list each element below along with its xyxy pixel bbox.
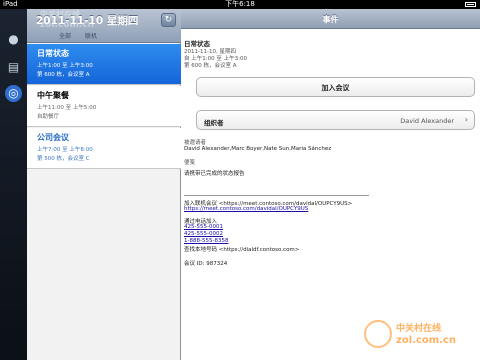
event-title: 日常状态 [37,49,69,58]
notes-label: 便笺 [184,160,196,166]
online-meeting-link[interactable]: https://meet.contoso.com/davidal/OUPCY9U… [184,206,308,212]
join-meeting-button[interactable]: 加入会议 [196,77,475,97]
event-time: 上午1:00 至 上午3:00 [37,63,93,69]
phone-number[interactable]: 425-555-0001 [184,224,223,230]
organizer-row[interactable]: 组织者 David Alexander › [196,110,475,130]
event-location: 第 600 栋，会议室 A [184,63,237,69]
detail-header: 事件 [181,9,480,29]
zol-logo-icon [364,320,392,348]
chevron-right-icon: › [464,115,468,124]
watermark-top-left: 中关村在线 zol.com.cn [40,9,160,35]
app-rail: ● ▤ ◎ [0,9,27,360]
notes-text: 请携带已完成的状态报告 [184,171,245,177]
event-title: 中午聚餐 [37,91,69,100]
watermark-bottom: zol.com.cn [396,335,456,346]
meeting-id: 会议 ID: 987324 [184,261,228,267]
watermark-logo: 中关村在线 zol.com.cn [362,318,477,356]
chat-icon[interactable]: ▤ [5,59,22,76]
watermark-bottom: zol.com.cn [40,20,94,30]
status-time: 下午6:18 [225,0,255,8]
event-location: 第 500 栋，会议室 C [37,156,90,162]
organizer-label: 组织者 [204,119,224,127]
list-item[interactable]: 日常状态 上午1:00 至 上午3:00 第 600 栋，会议室 A [27,44,181,85]
organizer-value: David Alexander [400,117,454,125]
refresh-button[interactable]: ↻ [161,13,176,27]
event-detail-pane: 事件 日常状态 2011-11-10, 星期四 自 上午1:00 至 上午3:0… [181,9,480,360]
watermark-top: 中关村在线 [40,10,80,19]
invitees-list: David Alexander,Marc Boyer,Nate Sun,Mari… [184,146,332,152]
battery-icon [463,0,476,9]
watermark-top: 中关村在线 [396,324,442,334]
list-item[interactable]: 中午聚餐 上午11:00 至 上午5:00 自助餐厅 [27,86,181,127]
event-title: 公司会议 [37,133,69,142]
event-list-pane: 2011-11-10 星期四 全部 联机 ↻ 日常状态 上午1:00 至 上午3… [27,9,181,360]
join-meeting-label: 加入会议 [321,84,350,92]
globe-icon[interactable]: ◎ [5,85,22,102]
status-bar: iPad 下午6:18 [0,0,480,9]
refresh-icon: ↻ [164,15,173,25]
event-time: 上午11:00 至 上午5:00 [37,105,97,111]
list-item[interactable]: 公司会议 上午7:00 至 上午8:00 第 500 栋，会议室 C [27,128,181,169]
detail-title: 事件 [322,15,339,24]
invitees-label: 被邀请者 [184,140,207,146]
divider [184,195,369,196]
event-time: 上午7:00 至 上午8:00 [37,147,93,153]
event-location: 自助餐厅 [37,114,60,120]
phone-number[interactable]: 1-888-555-8358 [184,238,228,244]
event-location: 第 600 栋，会议室 A [37,72,90,78]
person-icon[interactable]: ● [5,31,22,48]
local-number-link[interactable]: 查找本地号码 <https://dialdf.contoso.com> [184,245,299,253]
phone-number[interactable]: 425-555-0002 [184,231,223,237]
